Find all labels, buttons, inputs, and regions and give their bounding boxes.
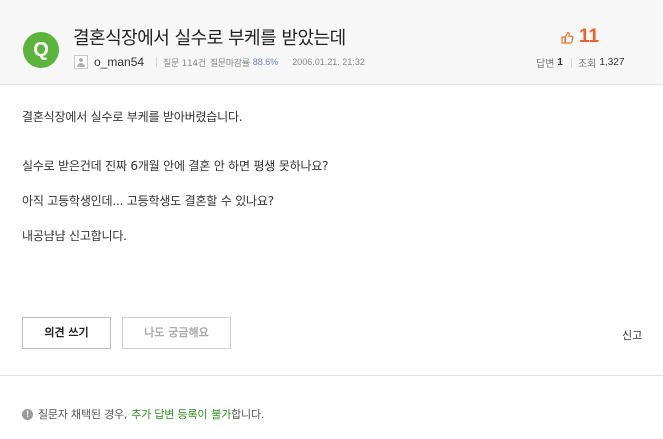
question-count: 질문 114건 [163,58,206,69]
author-name[interactable]: o_man54 [94,55,144,69]
stats-divider [570,57,572,68]
notice-prefix: 질문자 채택된 경우, [38,408,128,421]
question-stats: 답변 1 조회 1,327 [536,55,624,70]
question-header: Q 결혼식장에서 실수로 부케를 받았는데 o_man54 질문 114건 질문… [0,0,663,85]
thumbs-up-icon [561,31,574,44]
question-body-line: 내공냠냠 신고합니다. [22,229,127,243]
view-count: 1,327 [599,57,625,68]
question-body-line: 결혼식장에서 실수로 부케를 받아버렸습니다. [22,110,243,124]
write-opinion-button[interactable]: 의견 쓰기 [22,317,111,349]
notice-suffix: 합니다. [231,408,265,421]
avatar-icon[interactable] [74,55,88,69]
info-icon: ! [22,408,33,420]
view-label: 조회 [577,59,597,70]
report-link[interactable]: 신고 [622,327,642,343]
closing-rate-value: 88.6% [252,57,279,67]
section-divider [0,375,663,376]
answer-label: 답변 [536,59,555,70]
like-count: 11 [579,26,600,47]
notice-highlight-1: 추가 답변 등록이 [131,408,208,421]
question-title: 결혼식장에서 실수로 부케를 받았는데 [73,28,346,49]
meta-divider [156,57,158,67]
question-date: 2006.01.21. 21:32 [292,57,365,67]
question-body-line: 아직 고등학생인데... 고등학생도 결혼할 수 있나요? [22,194,274,208]
notice-highlight-2: 불가 [211,408,232,421]
question-meta: o_man54 질문 114건 질문마감률 88.6% 2006.01.21. … [74,55,365,69]
notice-message: ! 질문자 채택된 경우, 추가 답변 등록이 불가 합니다. [22,406,264,422]
question-body-line: 실수로 받은건데 진짜 6개월 안에 결혼 안 하면 평생 못하나요? [22,159,329,173]
like-button[interactable]: 11 [561,26,599,48]
me-too-curious-button[interactable]: 나도 궁금해요 [122,317,231,349]
closing-rate-label: 질문마감률 [209,58,250,69]
q-badge-icon: Q [23,32,59,68]
answer-count: 1 [557,57,563,68]
